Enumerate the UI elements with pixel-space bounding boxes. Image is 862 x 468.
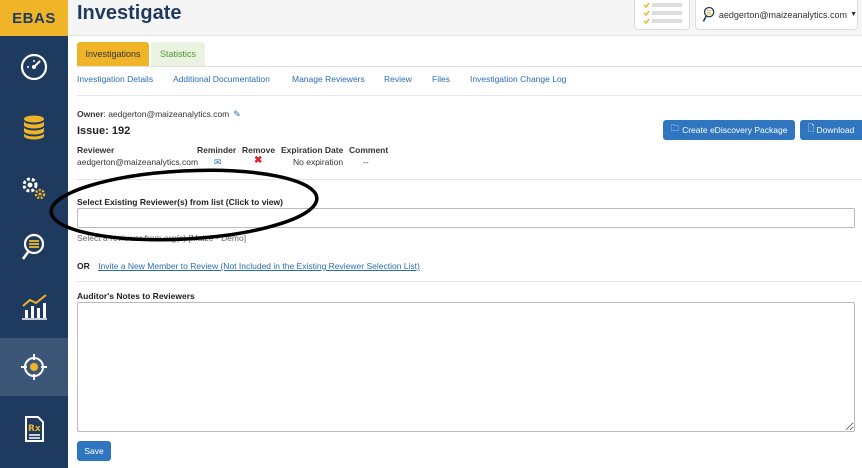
col-header-comment: Comment bbox=[349, 145, 389, 155]
page-title: Investigate bbox=[77, 2, 182, 24]
save-button[interactable]: Save bbox=[77, 441, 111, 461]
subnav-investigation-details[interactable]: Investigation Details bbox=[77, 74, 153, 84]
tab-divider bbox=[77, 66, 862, 67]
col-header-reviewer: Reviewer bbox=[77, 145, 115, 155]
tab-statistics[interactable]: Statistics bbox=[151, 42, 205, 66]
invite-divider bbox=[77, 281, 862, 282]
notes-label: Auditor's Notes to Reviewers bbox=[77, 291, 195, 301]
sidebar-item-reports[interactable]: Rx bbox=[0, 400, 68, 458]
subnav-files[interactable]: Files bbox=[432, 74, 450, 84]
top-header: Investigate aedgerton@maizeanalytics.com… bbox=[68, 0, 862, 36]
auditor-notes-textarea[interactable] bbox=[77, 302, 855, 432]
remove-x-icon[interactable]: ✖ bbox=[254, 155, 262, 166]
subnav-manage-reviewers[interactable]: Manage Reviewers bbox=[292, 74, 365, 84]
investigate-icon bbox=[21, 233, 45, 260]
gears-icon bbox=[22, 177, 46, 200]
edit-icon[interactable]: ✎ bbox=[233, 109, 241, 120]
create-ediscovery-button[interactable]: 🗀 Create eDiscovery Package bbox=[663, 120, 795, 140]
issue-number: Issue: 192 bbox=[77, 125, 131, 137]
gauge-icon bbox=[20, 53, 48, 81]
invite-member-link[interactable]: Invite a New Member to Review (Not Inclu… bbox=[98, 261, 420, 271]
sidebar-item-target[interactable] bbox=[0, 338, 68, 396]
col-header-remove: Remove bbox=[242, 145, 276, 155]
invite-row: OR Invite a New Member to Review (Not In… bbox=[77, 261, 420, 271]
database-icon bbox=[24, 115, 44, 140]
or-label: OR bbox=[77, 261, 90, 271]
user-menu[interactable]: aedgerton@maizeanalytics.com ▼ bbox=[695, 0, 858, 30]
user-avatar-icon bbox=[702, 6, 715, 22]
folder-icon: 🗀 bbox=[670, 123, 680, 133]
sidebar-item-statistics[interactable] bbox=[0, 278, 68, 336]
col-header-expiration: Expiration Date bbox=[281, 145, 344, 155]
tab-investigations[interactable]: Investigations bbox=[77, 42, 149, 66]
user-email: aedgerton@maizeanalytics.com bbox=[718, 9, 848, 20]
owner-value: aedgerton@maizeanalytics.com bbox=[108, 109, 230, 119]
target-icon bbox=[21, 354, 47, 380]
checklist-icon bbox=[643, 2, 682, 25]
file-icon: 🗋 bbox=[807, 123, 815, 133]
reviewer-email-cell: aedgerton@maizeanalytics.com bbox=[77, 157, 199, 167]
chart-icon bbox=[22, 294, 47, 320]
download-button[interactable]: 🗋 Download bbox=[800, 120, 862, 140]
annotation-ellipse bbox=[49, 168, 319, 242]
owner-line: Owner: aedgerton@maizeanalytics.com ✎ bbox=[77, 109, 241, 120]
expiration-cell: No expiration bbox=[293, 157, 344, 167]
checklist-button[interactable] bbox=[634, 0, 690, 30]
comment-cell: -- bbox=[363, 157, 369, 167]
sidebar-item-data[interactable] bbox=[0, 98, 68, 156]
svg-text:Rx: Rx bbox=[28, 424, 41, 434]
subnav-change-log[interactable]: Investigation Change Log bbox=[470, 74, 566, 84]
brand-logo[interactable]: EBAS bbox=[0, 0, 68, 36]
caret-down-icon: ▼ bbox=[850, 11, 857, 18]
subnav-divider bbox=[77, 95, 862, 96]
prescription-icon: Rx bbox=[25, 416, 44, 442]
owner-label: Owner bbox=[77, 109, 104, 119]
col-header-reminder: Reminder bbox=[197, 145, 237, 155]
sidebar-item-dashboard[interactable] bbox=[0, 38, 68, 96]
envelope-icon[interactable]: ✉ bbox=[214, 157, 222, 168]
subnav-review[interactable]: Review bbox=[384, 74, 412, 84]
subnav-additional-documentation[interactable]: Additional Documentation bbox=[173, 74, 270, 84]
